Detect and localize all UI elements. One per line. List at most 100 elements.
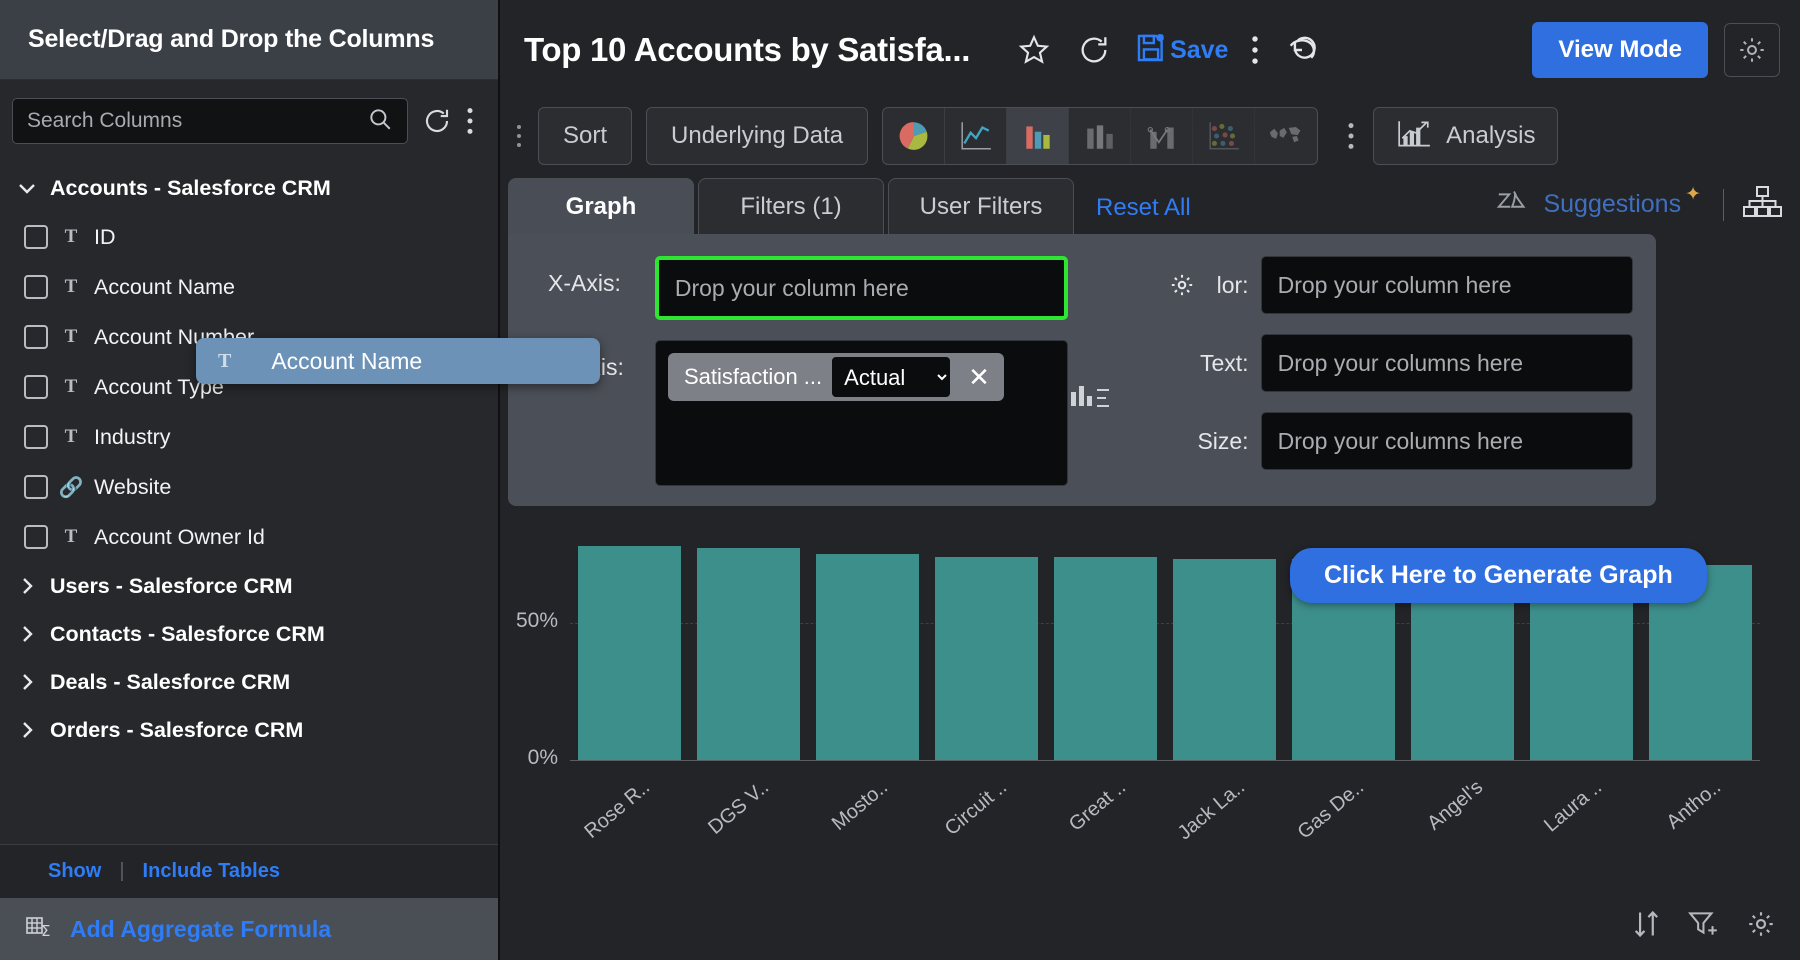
- color-row: lor: Drop your column here: [1171, 256, 1656, 314]
- add-filter-icon[interactable]: [1687, 909, 1720, 944]
- map-chart-icon[interactable]: [1255, 108, 1317, 164]
- refresh-icon[interactable]: [422, 106, 452, 136]
- y-axis-pill[interactable]: Satisfaction ... ActualSumAverage CountM…: [667, 353, 1004, 401]
- bar[interactable]: [578, 545, 681, 760]
- tab-user-filters[interactable]: User Filters: [888, 178, 1074, 234]
- drag-grip-icon[interactable]: [508, 125, 530, 147]
- x-axis-tick-label: Antho..: [1661, 776, 1725, 834]
- x-axis-tick-label: Laura ..: [1539, 776, 1606, 837]
- page-title: Top 10 Accounts by Satisfa...: [524, 31, 971, 68]
- link-type-icon: 🔗: [58, 476, 84, 499]
- column-label: Account Owner Id: [94, 524, 265, 549]
- text-dropzone[interactable]: Drop your columns here: [1260, 334, 1633, 392]
- stacked-bar-chart-icon[interactable]: [1069, 108, 1132, 164]
- text-type-icon: T: [64, 526, 78, 547]
- scatter-chart-icon[interactable]: [1193, 108, 1256, 164]
- drag-ghost-account-name[interactable]: T Account Name: [196, 338, 600, 384]
- chevron-right-icon: [18, 577, 36, 595]
- x-axis-label: X-Axis:: [548, 270, 621, 296]
- dashboard-builder: Select/Drag and Drop the Columns Search …: [0, 0, 1800, 960]
- tree-group-users[interactable]: Users - Salesforce CRM: [0, 562, 498, 610]
- columns-sidebar: Select/Drag and Drop the Columns Search …: [0, 0, 600, 960]
- search-input[interactable]: Search Columns: [12, 98, 408, 144]
- column-item-id[interactable]: T ID: [0, 212, 498, 262]
- size-row: Size: Drop your columns here: [1179, 412, 1656, 470]
- tree-group-label: Deals - Salesforce CRM: [50, 669, 291, 694]
- x-axis-tick-label: Mosto..: [827, 776, 892, 836]
- sort-arrows-icon[interactable]: [1632, 909, 1662, 944]
- column-item-website[interactable]: 🔗 Website: [0, 462, 498, 512]
- size-dropzone[interactable]: Drop your columns here: [1260, 412, 1633, 470]
- star-icon[interactable]: [1017, 33, 1051, 67]
- suggestions-label: Suggestions: [1543, 190, 1682, 218]
- undo-icon[interactable]: [1285, 33, 1319, 67]
- hierarchy-icon[interactable]: [1742, 185, 1782, 224]
- include-tables-link[interactable]: Include Tables: [143, 860, 280, 883]
- checkbox[interactable]: [24, 475, 48, 499]
- refresh-icon[interactable]: [1077, 33, 1111, 67]
- bar[interactable]: [697, 548, 800, 760]
- analysis-chart-icon: [1396, 118, 1432, 155]
- y-axis-aggregate-select[interactable]: ActualSumAverage CountMinMax: [832, 357, 951, 397]
- color-label: lor:: [1171, 271, 1261, 299]
- tab-graph[interactable]: Graph: [508, 178, 694, 234]
- x-axis-placeholder: Drop your column here: [674, 274, 909, 301]
- combo-chart-icon[interactable]: [1131, 108, 1194, 164]
- x-axis-dropzone[interactable]: Drop your column here: [654, 256, 1068, 320]
- gear-icon[interactable]: [1169, 272, 1195, 304]
- drag-ghost-label: Account Name: [271, 347, 423, 374]
- save-button[interactable]: Save: [1134, 31, 1228, 70]
- tree-group-deals[interactable]: Deals - Salesforce CRM: [0, 658, 498, 706]
- checkbox[interactable]: [24, 275, 48, 299]
- line-chart-icon[interactable]: [945, 108, 1008, 164]
- save-label: Save: [1170, 35, 1229, 64]
- checkbox[interactable]: [24, 325, 48, 349]
- bar[interactable]: [1054, 556, 1157, 760]
- tree-group-contacts[interactable]: Contacts - Salesforce CRM: [0, 610, 498, 658]
- more-vertical-icon[interactable]: [1251, 34, 1259, 66]
- checkbox[interactable]: [24, 375, 48, 399]
- gear-icon[interactable]: [1724, 23, 1780, 77]
- text-placeholder: Drop your columns here: [1277, 349, 1524, 376]
- divider: [1723, 188, 1724, 221]
- column-item-account-name[interactable]: T Account Name: [0, 262, 498, 312]
- sort-button[interactable]: Sort: [538, 107, 633, 165]
- bar[interactable]: [935, 556, 1038, 760]
- column-item-industry[interactable]: T Industry: [0, 412, 498, 462]
- show-link[interactable]: Show: [48, 860, 101, 883]
- bar[interactable]: [816, 553, 919, 760]
- add-aggregate-formula-bar[interactable]: Σ Add Aggregate Formula: [0, 898, 498, 960]
- tree-group-orders[interactable]: Orders - Salesforce CRM: [0, 706, 498, 754]
- text-label: Text:: [1200, 349, 1249, 376]
- pie-chart-icon[interactable]: [883, 108, 946, 164]
- analysis-button[interactable]: Analysis: [1373, 107, 1559, 165]
- color-dropzone[interactable]: Drop your column here: [1260, 256, 1633, 314]
- checkbox[interactable]: [24, 525, 48, 549]
- tree-group-accounts[interactable]: Accounts - Salesforce CRM: [0, 164, 498, 212]
- column-item-account-owner-id[interactable]: T Account Owner Id: [0, 512, 498, 562]
- y-axis-dropzone[interactable]: Satisfaction ... ActualSumAverage CountM…: [654, 340, 1068, 486]
- bar[interactable]: [1173, 559, 1276, 760]
- chart-type-more-icon[interactable]: [1347, 121, 1355, 151]
- checkbox[interactable]: [24, 225, 48, 249]
- column-label: Industry: [94, 424, 171, 449]
- swap-axis-icon[interactable]: [1068, 256, 1171, 484]
- tabs-right-actions: Suggestions ✦: [1495, 184, 1800, 224]
- checkbox[interactable]: [24, 425, 48, 449]
- sidebar-footer: Show | Include Tables: [0, 844, 498, 898]
- reset-all-link[interactable]: Reset All: [1096, 194, 1191, 222]
- color-label-text: lor:: [1216, 271, 1249, 298]
- gear-icon[interactable]: [1746, 909, 1776, 944]
- underlying-data-button[interactable]: Underlying Data: [646, 107, 869, 165]
- text-type-icon: T: [64, 376, 78, 397]
- bar-chart-icon[interactable]: [1007, 108, 1070, 164]
- close-icon[interactable]: ✕: [960, 362, 998, 393]
- view-mode-button[interactable]: View Mode: [1532, 22, 1708, 78]
- more-vertical-icon[interactable]: [466, 106, 474, 136]
- shelf-panel: X-Axis: Drop your column here Y- Axis: S…: [508, 234, 1656, 506]
- shelf-right-column: lor: Drop your column here Text: Drop yo…: [1171, 256, 1656, 484]
- tab-filters[interactable]: Filters (1): [698, 178, 884, 234]
- generate-graph-button[interactable]: Click Here to Generate Graph: [1290, 548, 1707, 603]
- suggestions-button[interactable]: Suggestions ✦: [1495, 184, 1705, 221]
- chart-toolbar: Sort Underlying Data Analysis: [500, 100, 1800, 172]
